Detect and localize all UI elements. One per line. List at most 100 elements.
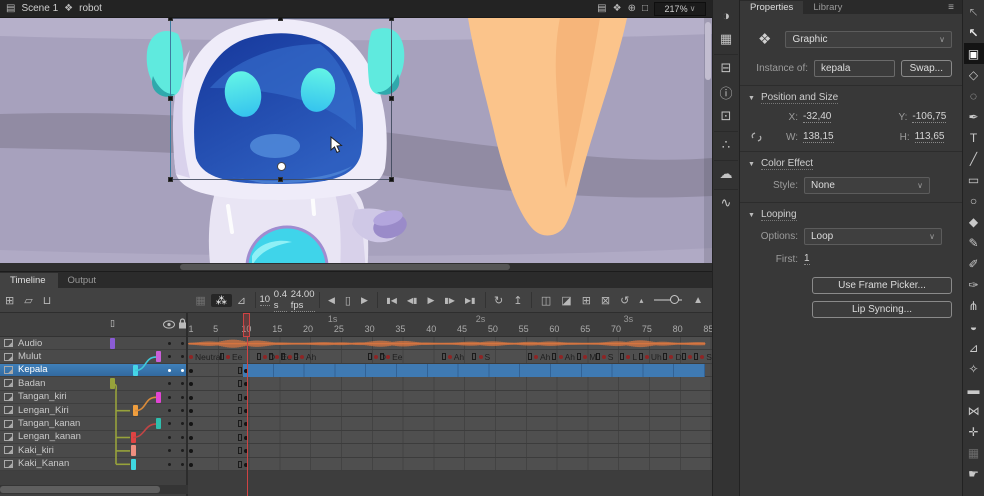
- camera-tool[interactable]: ▦: [964, 442, 984, 463]
- timeline-zoom-slider[interactable]: [654, 299, 682, 301]
- frame-row-kaki_kanan[interactable]: [188, 458, 712, 471]
- frame-row-lengan_kanan[interactable]: [188, 431, 712, 444]
- layer-visibility-dot[interactable]: [168, 396, 171, 399]
- layer-parent-tag[interactable]: [156, 418, 161, 429]
- delete-layer-button[interactable]: ⊔: [38, 294, 57, 307]
- last-frame-button[interactable]: ▶▮: [460, 296, 481, 305]
- play-button[interactable]: ▶: [422, 295, 439, 306]
- layer-row-kepala[interactable]: Kepala: [0, 364, 186, 377]
- layer-row-audio[interactable]: Audio: [0, 337, 186, 350]
- layer-parent-tag[interactable]: [156, 351, 161, 362]
- onion-skin-outline-button[interactable]: ◪: [556, 294, 576, 307]
- center-frame-button[interactable]: ⊕: [628, 3, 636, 14]
- link-dimensions-icon[interactable]: [750, 131, 763, 143]
- keyframe-dot[interactable]: [275, 355, 279, 359]
- layer-parent-tag[interactable]: [110, 378, 115, 389]
- paint-bucket-tool[interactable]: ◒: [964, 316, 984, 337]
- camera-button[interactable]: ▦: [190, 294, 210, 307]
- layer-lock-dot[interactable]: [181, 436, 184, 439]
- transform-handle-e[interactable]: [389, 96, 394, 101]
- layer-row-tangan_kanan[interactable]: Tangan_kanan: [0, 417, 186, 430]
- loop-range-box-button[interactable]: ▯: [340, 294, 356, 307]
- text-tool[interactable]: T: [964, 127, 984, 148]
- swap-button[interactable]: Swap...: [901, 60, 952, 77]
- width-tool[interactable]: ⋈: [964, 400, 984, 421]
- paint-brush-tool[interactable]: ✐: [964, 253, 984, 274]
- color-panel-icon[interactable]: ◑: [715, 4, 737, 26]
- layer-parent-tag[interactable]: [133, 405, 138, 416]
- keyframe-dot[interactable]: [479, 355, 483, 359]
- use-frame-picker-button[interactable]: Use Frame Picker...: [812, 277, 952, 294]
- keyframe-dot[interactable]: [300, 355, 304, 359]
- breadcrumb-symbol[interactable]: robot: [79, 3, 102, 14]
- layer-lock-dot[interactable]: [181, 369, 184, 372]
- bone-tool[interactable]: ⋔: [964, 295, 984, 316]
- reset-timeline-zoom-button[interactable]: ↺: [615, 294, 634, 307]
- loop-options-select[interactable]: Loop ∨: [804, 228, 942, 245]
- loop-range-right-button[interactable]: ▶: [356, 295, 373, 306]
- keyframe-dot[interactable]: [583, 355, 587, 359]
- y-value[interactable]: -106,75: [912, 111, 946, 123]
- keyframe-dot[interactable]: [645, 355, 649, 359]
- selected-frame-span[interactable]: [243, 364, 705, 377]
- layer-lock-dot[interactable]: [181, 449, 184, 452]
- eye-column-icon[interactable]: [163, 320, 175, 329]
- loop-range-left-button[interactable]: ◀: [323, 295, 340, 306]
- tab-properties[interactable]: Properties: [740, 1, 803, 14]
- tab-library[interactable]: Library: [803, 1, 852, 14]
- tab-timeline[interactable]: Timeline: [0, 273, 58, 288]
- layer-parent-tag[interactable]: [156, 392, 161, 403]
- export-animation-button[interactable]: ↥: [508, 294, 527, 307]
- prev-frame-button[interactable]: ◀▮: [402, 296, 423, 305]
- ink-bottle-tool[interactable]: ⊿: [964, 337, 984, 358]
- layer-row-badan[interactable]: Badan: [0, 377, 186, 390]
- position-size-header[interactable]: ▼ Position and Size: [740, 92, 962, 104]
- stage-hscroll-thumb[interactable]: [180, 264, 510, 270]
- layer-parent-tag[interactable]: [131, 432, 136, 443]
- keyframe-dot[interactable]: [534, 355, 538, 359]
- x-value[interactable]: -32,40: [803, 111, 831, 123]
- layer-row-kaki_kiri[interactable]: Kaki_kiri: [0, 444, 186, 457]
- frame-row-badan[interactable]: [188, 377, 712, 390]
- panel-menu-icon[interactable]: ≡: [948, 2, 962, 13]
- h-value[interactable]: 113,65: [915, 131, 945, 143]
- selection-tool[interactable]: ↖: [964, 22, 984, 43]
- keyframe-dot[interactable]: [189, 409, 193, 413]
- keyframe-dot[interactable]: [386, 355, 390, 359]
- layer-row-tangan_kiri[interactable]: Tangan_kiri: [0, 391, 186, 404]
- transform-handle-se[interactable]: [389, 177, 394, 182]
- info-panel-icon[interactable]: ⓘ: [715, 81, 737, 103]
- keyframe-dot[interactable]: [189, 396, 193, 400]
- layer-parent-tag[interactable]: [110, 338, 115, 349]
- keyframe-dot[interactable]: [448, 355, 452, 359]
- layer-visibility-dot[interactable]: [168, 342, 171, 345]
- pencil-tool[interactable]: ✎: [964, 232, 984, 253]
- keyframe-dot[interactable]: [226, 355, 230, 359]
- line-tool[interactable]: ╱: [964, 148, 984, 169]
- w-value[interactable]: 138,15: [803, 131, 834, 143]
- rectangle-tool[interactable]: ▭: [964, 169, 984, 190]
- frame-row-tangan_kiri[interactable]: [188, 391, 712, 404]
- motion-editor-panel-icon[interactable]: ∿: [715, 192, 737, 214]
- keyframe-dot[interactable]: [374, 355, 378, 359]
- oval-tool[interactable]: ○: [964, 190, 984, 211]
- eraser-tool[interactable]: ▬: [964, 379, 984, 400]
- modify-markers-button[interactable]: ⊠: [596, 294, 615, 307]
- cc-libraries-panel-icon[interactable]: ☁: [715, 163, 737, 185]
- color-style-select[interactable]: None ∨: [804, 177, 930, 194]
- keyframe-dot[interactable]: [626, 355, 630, 359]
- keyframe-dot[interactable]: [189, 369, 193, 373]
- hand-tool[interactable]: ☛: [964, 463, 984, 484]
- transform-handle-nw[interactable]: [168, 18, 173, 21]
- new-layer-button[interactable]: ⊞: [0, 294, 19, 307]
- lock-column-icon[interactable]: [178, 318, 187, 329]
- layer-visibility-dot[interactable]: [168, 422, 171, 425]
- layer-lock-dot[interactable]: [181, 422, 184, 425]
- first-frame-value[interactable]: 1: [804, 253, 810, 265]
- layer-visibility-dot[interactable]: [168, 369, 171, 372]
- layer-visibility-dot[interactable]: [168, 436, 171, 439]
- onion-skin-button[interactable]: ◫: [536, 294, 556, 307]
- transform-point[interactable]: [277, 162, 286, 171]
- keyframe-dot[interactable]: [700, 355, 704, 359]
- frame-row-kepala[interactable]: [188, 364, 712, 377]
